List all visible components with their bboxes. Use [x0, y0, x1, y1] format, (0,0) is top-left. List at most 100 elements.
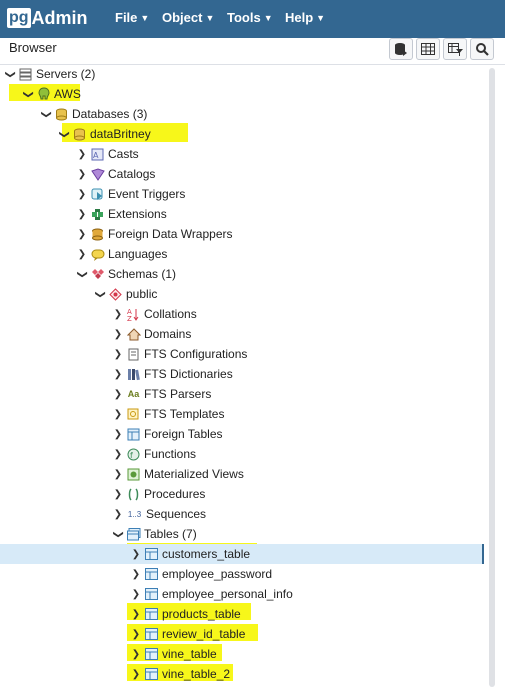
- tree-node-schemas[interactable]: ❯ Schemas (1): [0, 264, 484, 284]
- chevron-right-icon[interactable]: ❯: [112, 389, 124, 400]
- tree-node-sequences[interactable]: ❯ 1..3 Sequences: [0, 504, 484, 524]
- tree-node-collations[interactable]: ❯ AZ Collations: [0, 304, 484, 324]
- tree-node-label: Databases (3): [72, 107, 148, 121]
- tree-node-label: Collations: [144, 307, 197, 321]
- menu-file[interactable]: File ▼: [115, 10, 149, 25]
- tree-node-label: Materialized Views: [144, 467, 244, 481]
- tree-node-table-vine-2[interactable]: ❯ vine_table_2: [0, 664, 484, 684]
- chevron-right-icon[interactable]: ❯: [76, 209, 88, 220]
- tree-node-table-employee-personal-info[interactable]: ❯ employee_personal_info: [0, 584, 484, 604]
- tree-node-table-customers[interactable]: ❯ customers_table: [0, 544, 484, 564]
- tree-node-table-review-id[interactable]: ❯ review_id_table: [0, 624, 484, 644]
- tree-node-catalogs[interactable]: ❯ Catalogs: [0, 164, 484, 184]
- tree-node-schema-public[interactable]: ❯ public: [0, 284, 484, 304]
- tree-node-tables[interactable]: ❯ Tables (7): [0, 524, 484, 544]
- tree-node-table-vine[interactable]: ❯ vine_table: [0, 644, 484, 664]
- chevron-right-icon[interactable]: ❯: [112, 469, 124, 480]
- tree-node-table-products[interactable]: ❯ products_table: [0, 604, 484, 624]
- tree-node-label: customers_table: [162, 547, 251, 561]
- tree-node-label: Procedures: [144, 487, 206, 501]
- menu-help-label: Help: [285, 10, 314, 25]
- chevron-down-icon[interactable]: ❯: [59, 128, 70, 140]
- tree-node-materialized-views[interactable]: ❯ Materialized Views: [0, 464, 484, 484]
- materialized-views-icon: [126, 467, 141, 481]
- tree-node-functions[interactable]: ❯ f Functions: [0, 444, 484, 464]
- tree-node-fts-templates[interactable]: ❯ FTS Templates: [0, 404, 484, 424]
- selection-indicator: [482, 544, 484, 564]
- chevron-down-icon[interactable]: ❯: [95, 288, 106, 300]
- tree-node-table-employee-password[interactable]: ❯ employee_password: [0, 564, 484, 584]
- vertical-scrollbar[interactable]: [489, 68, 495, 687]
- tree-node-casts[interactable]: ❯ A Casts: [0, 144, 484, 164]
- menu-help[interactable]: Help ▼: [285, 10, 325, 25]
- search-objects-button[interactable]: [470, 38, 494, 60]
- server-elephant-icon: [36, 87, 51, 101]
- tree-node-label: Extensions: [108, 207, 167, 221]
- chevron-right-icon[interactable]: ❯: [130, 629, 142, 640]
- tree-node-database-databritney[interactable]: ❯ dataBritney: [0, 124, 484, 144]
- chevron-down-icon[interactable]: ❯: [113, 528, 124, 540]
- chevron-right-icon[interactable]: ❯: [112, 409, 124, 420]
- query-tool-button[interactable]: [389, 38, 413, 60]
- tree-node-fts-configurations[interactable]: ❯ FTS Configurations: [0, 344, 484, 364]
- chevron-right-icon[interactable]: ❯: [130, 589, 142, 600]
- chevron-right-icon[interactable]: ❯: [130, 569, 142, 580]
- chevron-down-icon[interactable]: ❯: [41, 108, 52, 120]
- chevron-right-icon[interactable]: ❯: [112, 489, 124, 500]
- tree-node-label: products_table: [162, 607, 241, 621]
- chevron-down-icon[interactable]: ❯: [5, 68, 16, 80]
- tree-node-label: Casts: [108, 147, 139, 161]
- tree-node-label: Servers (2): [36, 67, 96, 81]
- chevron-right-icon[interactable]: ❯: [112, 349, 124, 360]
- tree-node-foreign-tables[interactable]: ❯ Foreign Tables: [0, 424, 484, 444]
- chevron-right-icon[interactable]: ❯: [112, 449, 124, 460]
- collations-icon: AZ: [126, 307, 141, 321]
- tree-node-foreign-data-wrappers[interactable]: ❯ Foreign Data Wrappers: [0, 224, 484, 244]
- chevron-right-icon[interactable]: ❯: [112, 329, 124, 340]
- tree-node-aws-server[interactable]: ❯ AWS: [0, 84, 484, 104]
- chevron-right-icon[interactable]: ❯: [112, 509, 124, 520]
- chevron-right-icon[interactable]: ❯: [112, 309, 124, 320]
- catalogs-icon: [90, 167, 105, 181]
- menu-file-label: File: [115, 10, 138, 25]
- tree-node-fts-dictionaries[interactable]: ❯ FTS Dictionaries: [0, 364, 484, 384]
- tree-node-servers[interactable]: ❯ Servers (2): [0, 64, 484, 84]
- table-icon: [144, 607, 159, 621]
- tree-node-label: Sequences: [146, 507, 207, 521]
- tree-node-domains[interactable]: ❯ Domains: [0, 324, 484, 344]
- chevron-down-icon[interactable]: ❯: [77, 268, 88, 280]
- pgadmin-logo[interactable]: pg Admin: [7, 8, 88, 28]
- chevron-right-icon[interactable]: ❯: [130, 649, 142, 660]
- extensions-icon: [90, 207, 105, 221]
- grid-table-icon: [421, 43, 435, 55]
- chevron-down-icon[interactable]: ❯: [23, 88, 34, 100]
- chevron-right-icon[interactable]: ❯: [76, 249, 88, 260]
- tree-node-languages[interactable]: ❯ Languages: [0, 244, 484, 264]
- top-navbar: pg Admin File ▼ Object ▼ Tools ▼ Help ▼: [0, 0, 505, 38]
- chevron-right-icon[interactable]: ❯: [130, 609, 142, 620]
- tree-node-label: Functions: [144, 447, 197, 461]
- chevron-right-icon[interactable]: ❯: [76, 189, 88, 200]
- procedures-icon: [126, 487, 141, 501]
- chevron-right-icon[interactable]: ❯: [112, 429, 124, 440]
- chevron-right-icon[interactable]: ❯: [76, 169, 88, 180]
- filtered-rows-button[interactable]: [443, 38, 467, 60]
- tree-node-procedures[interactable]: ❯ Procedures: [0, 484, 484, 504]
- chevron-right-icon[interactable]: ❯: [130, 669, 142, 680]
- fts-dictionaries-icon: [126, 367, 141, 381]
- view-data-button[interactable]: [416, 38, 440, 60]
- tree-node-event-triggers[interactable]: ❯ Event Triggers: [0, 184, 484, 204]
- tree-node-extensions[interactable]: ❯ Extensions: [0, 204, 484, 224]
- chevron-down-icon: ▼: [205, 12, 215, 23]
- menu-object[interactable]: Object ▼: [162, 10, 214, 25]
- menu-tools[interactable]: Tools ▼: [227, 10, 273, 25]
- table-icon: [144, 587, 159, 601]
- chevron-right-icon[interactable]: ❯: [112, 369, 124, 380]
- tree-node-databases[interactable]: ❯ Databases (3): [0, 104, 484, 124]
- table-icon: [144, 567, 159, 581]
- tree-node-fts-parsers[interactable]: ❯ Aa FTS Parsers: [0, 384, 484, 404]
- chevron-right-icon[interactable]: ❯: [76, 229, 88, 240]
- chevron-right-icon[interactable]: ❯: [76, 149, 88, 160]
- chevron-right-icon[interactable]: ❯: [130, 549, 142, 560]
- tree-node-label: public: [126, 287, 158, 301]
